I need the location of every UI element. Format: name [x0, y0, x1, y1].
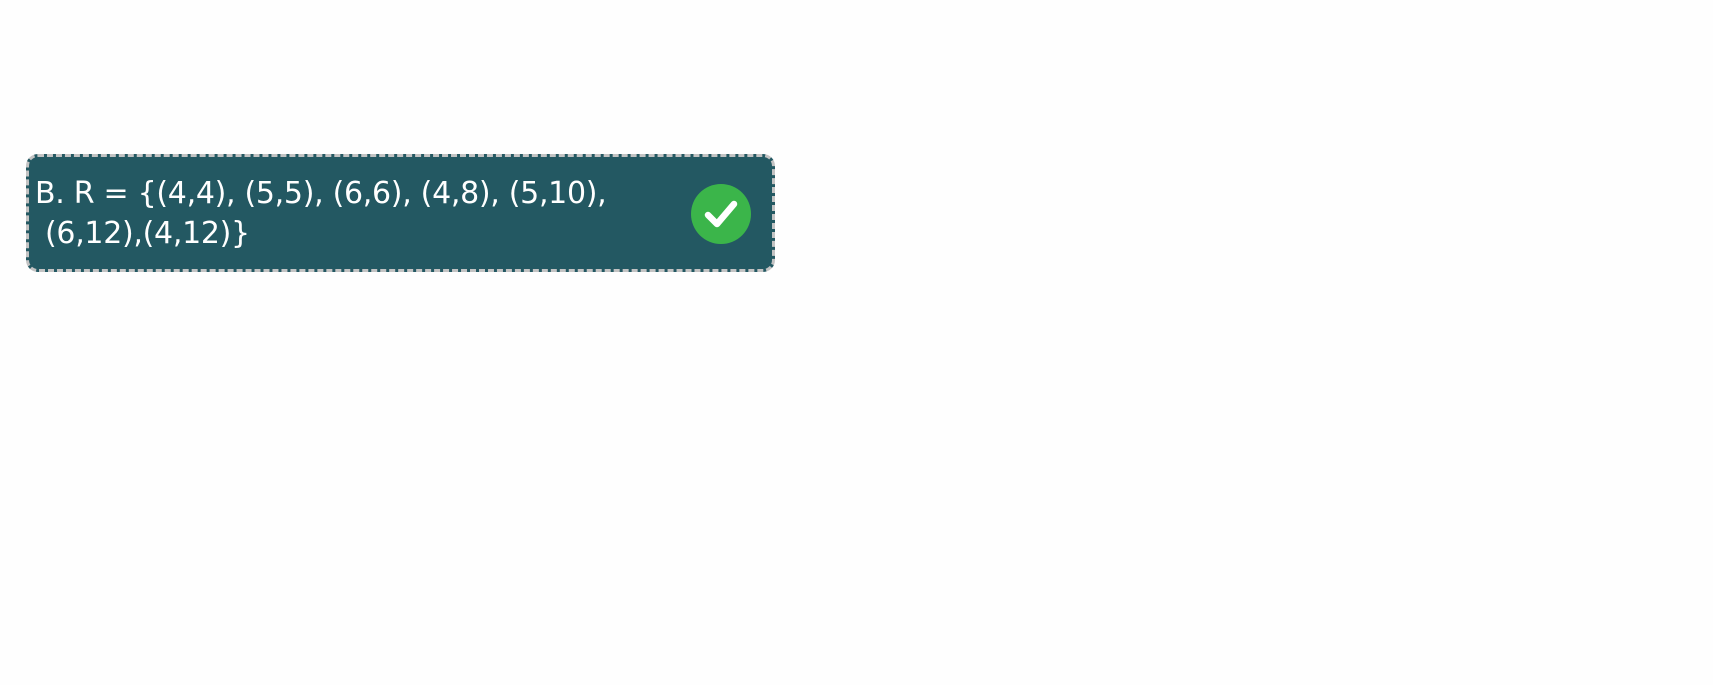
correct-badge: [691, 184, 751, 244]
answer-option-text-line1: B. R = {(4,4), (5,5), (6,6), (4,8), (5,1…: [35, 176, 607, 211]
answer-option-text-line2: (6,12),(4,12)}: [45, 216, 250, 251]
answer-option-b[interactable]: B. R = {(4,4), (5,5), (6,6), (4,8), (5,1…: [26, 154, 775, 272]
answer-option-text: B. R = {(4,4), (5,5), (6,6), (4,8), (5,1…: [35, 174, 645, 254]
check-icon: [704, 200, 738, 228]
